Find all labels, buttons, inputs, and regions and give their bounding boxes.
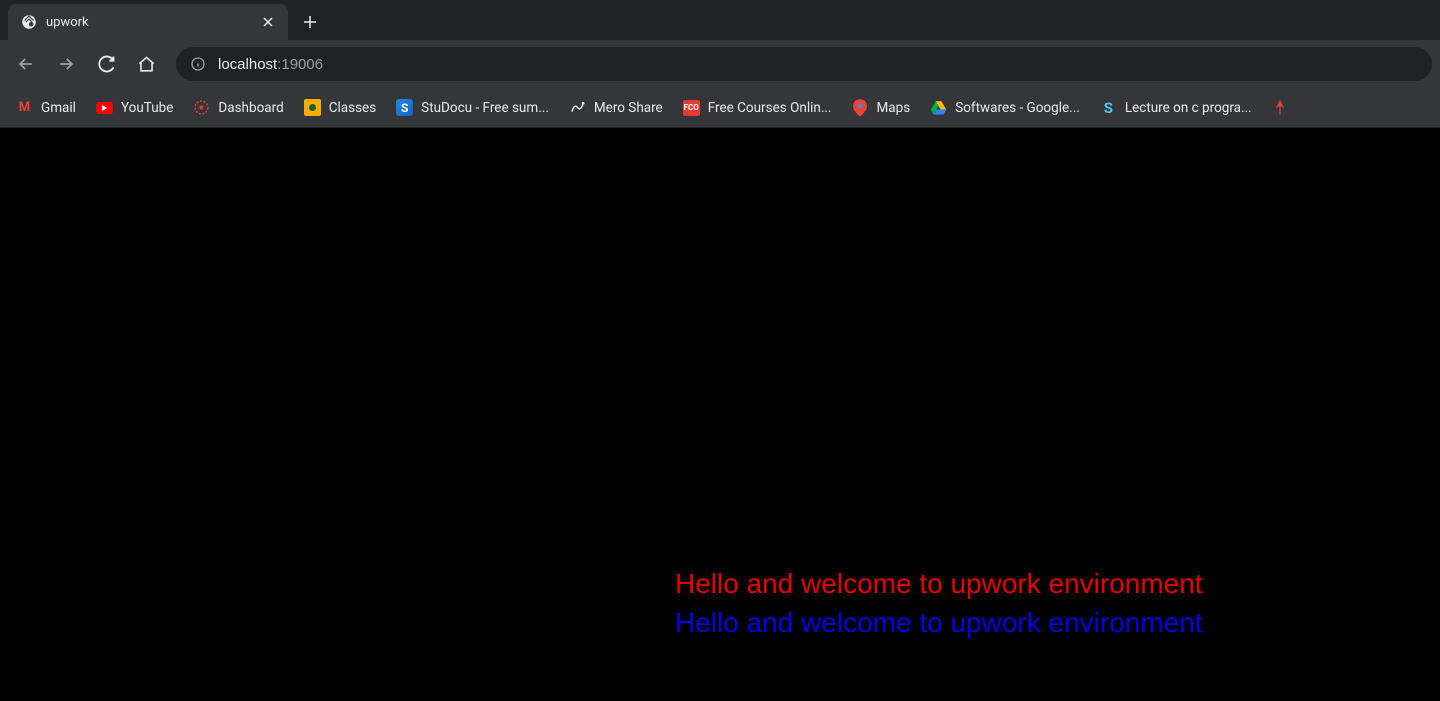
meroshare-icon [569, 99, 586, 116]
bookmark-label: Gmail [41, 100, 76, 116]
bookmark-label: Dashboard [218, 100, 283, 116]
close-tab-icon[interactable] [260, 14, 276, 30]
bookmark-studocu[interactable]: S StuDocu - Free sum... [388, 93, 557, 123]
bookmark-label: Free Courses Onlin... [708, 100, 832, 116]
gmail-icon: M [16, 99, 33, 116]
bookmark-maps[interactable]: Maps [844, 93, 919, 123]
reload-button[interactable] [88, 46, 124, 82]
bookmark-lecture[interactable]: S Lecture on c progra... [1092, 93, 1260, 123]
bookmark-label: Mero Share [594, 100, 663, 116]
url-text: localhost:19006 [218, 56, 323, 73]
url-host: localhost [218, 56, 277, 73]
tab-favicon-icon [20, 13, 38, 31]
youtube-icon [96, 99, 113, 116]
new-tab-button[interactable] [296, 8, 324, 36]
back-button[interactable] [8, 46, 44, 82]
home-button[interactable] [128, 46, 164, 82]
bookmark-label: Lecture on c progra... [1125, 100, 1252, 116]
bookmark-gmail[interactable]: M Gmail [8, 93, 84, 123]
browser-toolbar: localhost:19006 [0, 40, 1440, 88]
bookmark-dashboard[interactable]: Dashboard [185, 93, 291, 123]
browser-tab[interactable]: upwork [8, 4, 288, 40]
bookmark-label: Maps [877, 100, 911, 116]
maps-icon [852, 99, 869, 116]
tab-title: upwork [46, 15, 252, 30]
bookmark-youtube[interactable]: YouTube [88, 93, 181, 123]
tab-bar: upwork [0, 0, 1440, 40]
welcome-text-blue: Hello and welcome to upwork environment [675, 607, 1203, 639]
address-bar[interactable]: localhost:19006 [176, 47, 1432, 81]
dashboard-icon [193, 99, 210, 116]
drive-icon [930, 99, 947, 116]
bookmark-label: Softwares - Google... [955, 100, 1080, 116]
classes-icon [304, 99, 321, 116]
bookmark-meroshare[interactable]: Mero Share [561, 93, 671, 123]
bookmark-softwares[interactable]: Softwares - Google... [922, 93, 1088, 123]
welcome-text-red: Hello and welcome to upwork environment [675, 568, 1203, 600]
url-port: :19006 [277, 56, 323, 73]
page-content: Hello and welcome to upwork environment … [0, 128, 1440, 701]
site-info-icon[interactable] [190, 56, 206, 72]
bookmark-fco[interactable]: FCO Free Courses Onlin... [675, 93, 840, 123]
forward-button[interactable] [48, 46, 84, 82]
bookmarks-bar: M Gmail YouTube Dashboard Classes S StuD… [0, 88, 1440, 128]
bookmark-truncated[interactable] [1264, 93, 1297, 123]
fco-icon: FCO [683, 99, 700, 116]
lecture-icon: S [1100, 99, 1117, 116]
bookmark-label: StuDocu - Free sum... [421, 100, 549, 116]
bookmark-classes[interactable]: Classes [296, 93, 384, 123]
check-icon [1272, 99, 1289, 116]
studocu-icon: S [396, 99, 413, 116]
bookmark-label: YouTube [121, 100, 173, 116]
bookmark-label: Classes [329, 100, 376, 116]
